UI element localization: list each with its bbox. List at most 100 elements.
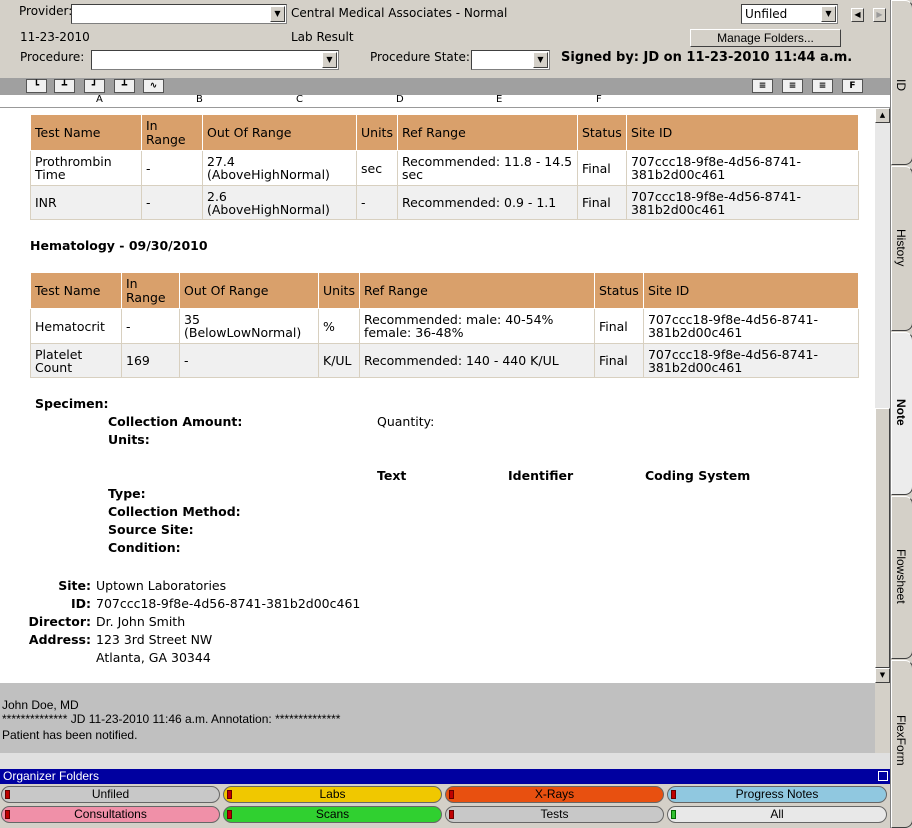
- column-header: Status: [576, 114, 627, 151]
- cell: Final: [576, 185, 627, 220]
- signed-by: Signed by: JD on 11-23-2010 11:44 a.m.: [561, 50, 853, 65]
- cell: Final: [593, 343, 644, 378]
- cell: Recommended: 140 - 440 K/UL: [358, 343, 595, 378]
- id-label: ID:: [70, 596, 91, 611]
- folder-unfiled[interactable]: Unfiled: [1, 786, 220, 803]
- collection-method-label: Collection Method:: [108, 504, 241, 519]
- column-header: Ref Range: [358, 272, 595, 309]
- annotation-header: ************** JD 11-23-2010 11:46 a.m. …: [2, 712, 341, 726]
- tab-id[interactable]: ID: [891, 0, 912, 165]
- provider-label: Provider:: [19, 4, 73, 18]
- folder-dropdown[interactable]: Unfiled ▼: [741, 4, 838, 24]
- table-row: Prothrombin Time - 27.4 (AboveHighNormal…: [30, 150, 860, 186]
- prev-button[interactable]: ◀: [851, 8, 864, 22]
- folder-tag-icon: [671, 810, 676, 819]
- folder-all[interactable]: All: [667, 806, 887, 823]
- cell: 707ccc18-9f8e-4d56-8741-381b2d00c461: [625, 150, 860, 186]
- tab-history[interactable]: History: [891, 166, 912, 331]
- folder-labs[interactable]: Labs: [223, 786, 442, 803]
- coagulation-table: Test Name In Range Out Of Range Units Re…: [30, 114, 860, 220]
- folder-tag-icon: [5, 810, 10, 819]
- procedure-state-label: Procedure State:: [370, 50, 470, 64]
- folder-tag-icon: [227, 790, 232, 799]
- chevron-down-icon[interactable]: ▼: [821, 6, 836, 22]
- document-type: Lab Result: [291, 30, 354, 44]
- annotation-author: John Doe, MD: [2, 698, 79, 712]
- align-bottom-center-icon[interactable]: ┻: [54, 79, 75, 93]
- folder-tests[interactable]: Tests: [445, 806, 664, 823]
- organizer-title: Organizer Folders: [0, 769, 890, 784]
- organizer-restore-icon[interactable]: [878, 771, 888, 781]
- column-header: In Range: [121, 272, 180, 309]
- section-title: Hematology - 09/30/2010: [30, 238, 208, 253]
- wave-icon[interactable]: ∿: [143, 79, 164, 93]
- cell: INR: [30, 185, 142, 220]
- tab-flowsheet[interactable]: Flowsheet: [891, 496, 912, 659]
- tab-flexform[interactable]: FlexForm: [891, 660, 912, 828]
- address-line2: Atlanta, GA 30344: [96, 650, 211, 665]
- folder-xrays[interactable]: X-Rays: [445, 786, 664, 803]
- chevron-down-icon[interactable]: ▼: [322, 52, 337, 68]
- column-header: In Range: [141, 114, 203, 151]
- align-bottom-left-icon[interactable]: ┗: [26, 79, 47, 93]
- vertical-scrollbar[interactable]: ▲ ▼: [875, 108, 890, 683]
- manage-folders-button[interactable]: Manage Folders...: [690, 29, 841, 47]
- table-row: INR - 2.6 (AboveHighNormal) - Recommende…: [30, 185, 860, 220]
- document-date: 11-23-2010: [20, 30, 90, 44]
- table-row: Platelet Count 169 - K/UL Recommended: 1…: [30, 343, 860, 378]
- tab-label: FlexForm: [894, 715, 908, 766]
- practice-name: Central Medical Associates - Normal: [291, 6, 508, 20]
- folder-progress-notes[interactable]: Progress Notes: [667, 786, 887, 803]
- cell: 35 (BelowLowNormal): [179, 308, 319, 344]
- procedure-state-dropdown[interactable]: ▼: [471, 50, 550, 70]
- folder-label: Progress Notes: [735, 787, 819, 801]
- coding-system-column-label: Coding System: [645, 468, 751, 483]
- collection-amount-label: Collection Amount:: [108, 414, 243, 429]
- procedure-dropdown[interactable]: ▼: [91, 50, 339, 70]
- column-header: Units: [356, 114, 398, 151]
- folder-value: Unfiled: [745, 7, 788, 21]
- tab-note[interactable]: Note: [891, 332, 912, 495]
- column-header: Out Of Range: [202, 114, 357, 151]
- scroll-thumb[interactable]: [875, 408, 890, 668]
- cell: sec: [356, 150, 398, 186]
- column-header: Units: [318, 272, 360, 309]
- folder-consultations[interactable]: Consultations: [1, 806, 220, 823]
- ruler-mark-a: A: [96, 94, 103, 105]
- align-center-icon[interactable]: ≡: [782, 79, 803, 93]
- justify-icon[interactable]: F: [842, 79, 863, 93]
- folder-label: Consultations: [74, 807, 147, 821]
- cell: 707ccc18-9f8e-4d56-8741-381b2d00c461: [642, 343, 860, 378]
- document-body[interactable]: Test Name In Range Out Of Range Units Re…: [0, 108, 875, 683]
- folder-tag-icon: [5, 790, 10, 799]
- folder-label: Labs: [319, 787, 346, 801]
- chevron-down-icon[interactable]: ▼: [270, 6, 285, 22]
- folder-label: All: [770, 807, 784, 821]
- annotation-panel[interactable]: John Doe, MD ************** JD 11-23-201…: [0, 683, 875, 753]
- cell: Final: [593, 308, 644, 344]
- cell: -: [141, 150, 203, 186]
- align-right-icon[interactable]: ≡: [812, 79, 833, 93]
- chevron-down-icon[interactable]: ▼: [533, 52, 548, 68]
- provider-dropdown[interactable]: ▼: [71, 4, 287, 24]
- cell: 707ccc18-9f8e-4d56-8741-381b2d00c461: [642, 308, 860, 344]
- tab-label: History: [894, 229, 908, 267]
- ruler-mark-d: D: [396, 94, 404, 105]
- ruler-mark-c: C: [296, 94, 303, 105]
- column-header: Test Name: [30, 114, 142, 151]
- cell: 27.4 (AboveHighNormal): [202, 150, 357, 186]
- folder-label: Tests: [540, 807, 569, 821]
- scroll-up-icon[interactable]: ▲: [875, 108, 890, 123]
- cell: Recommended: male: 40-54% female: 36-48%: [358, 308, 595, 344]
- folder-tag-icon: [227, 810, 232, 819]
- folder-scans[interactable]: Scans: [223, 806, 442, 823]
- cell: Final: [576, 150, 627, 186]
- next-button[interactable]: ▶: [873, 8, 886, 22]
- align-decimal-icon[interactable]: ┻: [114, 79, 135, 93]
- align-left-icon[interactable]: ≡: [752, 79, 773, 93]
- scroll-down-icon[interactable]: ▼: [875, 668, 890, 683]
- horizontal-scrollbar[interactable]: [0, 753, 890, 769]
- align-bottom-right-icon[interactable]: ┛: [84, 79, 105, 93]
- annotation-text: Patient has been notified.: [2, 728, 138, 742]
- folder-tag-icon: [449, 790, 454, 799]
